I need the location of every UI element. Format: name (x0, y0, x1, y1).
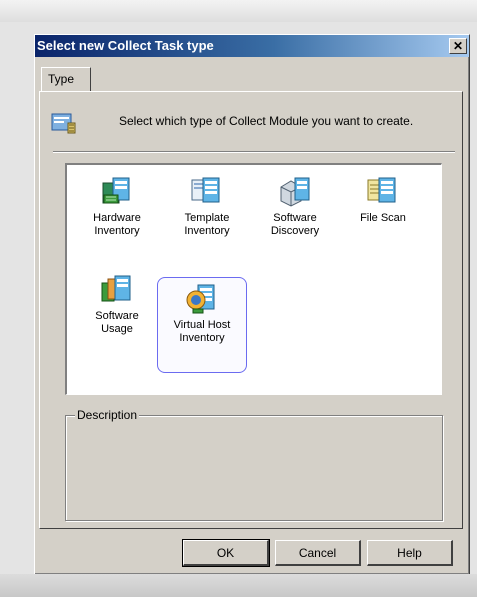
close-button[interactable]: ✕ (449, 38, 467, 54)
item-label: Template (184, 212, 230, 224)
list-item-template-inventory[interactable]: Template Inventory (165, 171, 249, 261)
list-item-software-usage[interactable]: Software Usage (75, 269, 159, 359)
list-item-file-scan[interactable]: File Scan (341, 171, 425, 261)
description-group (65, 415, 443, 521)
item-label: Inventory (179, 332, 225, 344)
item-label: Software (273, 212, 317, 224)
header-instruction: Select which type of Collect Module you … (119, 114, 414, 128)
tab-type[interactable]: Type (41, 67, 91, 91)
item-label: Hardware (93, 212, 141, 224)
item-label: Usage (101, 323, 133, 335)
ok-button[interactable]: OK (182, 539, 270, 567)
collect-task-dialog: Select new Collect Task type ✕ Type Sele… (34, 34, 470, 575)
template-inventory-icon (191, 177, 220, 203)
item-label: Virtual Host (173, 319, 231, 331)
tab-type-label: Type (48, 72, 75, 86)
item-label: File Scan (360, 212, 406, 224)
title-bar[interactable]: Select new Collect Task type ✕ (35, 35, 469, 57)
software-usage-icon (101, 275, 131, 302)
item-label: Discovery (270, 225, 320, 237)
background-top (0, 0, 477, 22)
header-separator (53, 151, 455, 153)
item-label: Inventory (184, 225, 230, 237)
window-title: Select new Collect Task type (37, 38, 214, 53)
item-label: Inventory (94, 225, 140, 237)
list-item-hardware-inventory[interactable]: Hardware Inventory (75, 171, 159, 261)
collect-module-icon (51, 113, 76, 134)
list-item-software-discovery[interactable]: Software Discovery (253, 171, 337, 261)
virtual-host-inventory-icon (186, 284, 215, 314)
list-item-virtual-host-inventory[interactable]: Virtual Host Inventory (157, 277, 247, 373)
file-scan-icon (367, 177, 396, 203)
cancel-button[interactable]: Cancel (275, 540, 361, 566)
software-discovery-icon (280, 177, 310, 207)
module-type-list[interactable]: Hardware Inventory Template Inventory So… (65, 163, 442, 395)
help-button[interactable]: Help (367, 540, 453, 566)
close-icon: ✕ (452, 39, 464, 53)
description-label: Description (75, 408, 140, 422)
hardware-inventory-icon (102, 177, 130, 204)
item-label: Software (95, 310, 139, 322)
background-bottom (0, 574, 477, 597)
